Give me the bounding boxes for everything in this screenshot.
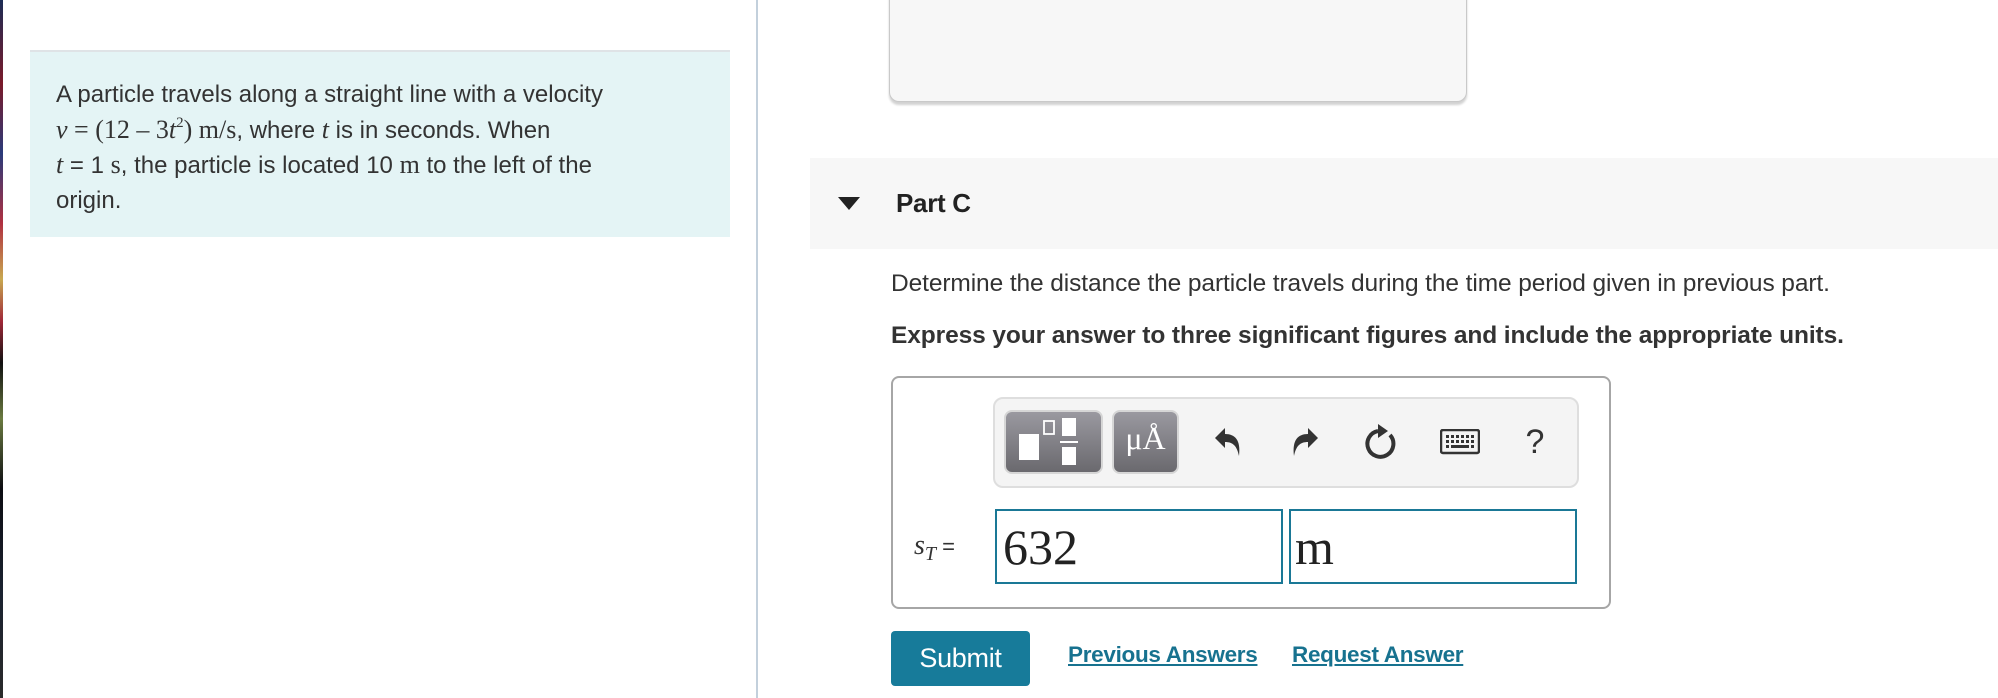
part-title[interactable]: Part C [896,188,971,219]
keyboard-button[interactable] [1438,422,1482,462]
problem-line-2: v = (12 – 3t2) m/s, where t is in second… [56,114,551,144]
previous-part-box [889,0,1467,102]
answer-variable-label: sT = [914,530,955,565]
submit-button[interactable]: Submit [891,631,1030,686]
redo-button[interactable] [1285,422,1325,462]
templates-button[interactable] [1004,410,1103,474]
units-icon: μÅ [1125,420,1166,456]
reset-icon [1365,424,1396,459]
answer-value-input[interactable] [995,509,1283,584]
problem-line-3: t = 1 s, the particle is located 10 m to… [56,150,592,179]
answer-unit-input[interactable] [1289,509,1577,584]
problem-line-4: origin. [56,186,122,214]
answer-instructions: Express your answer to three significant… [891,322,1844,349]
help-icon: ? [1525,422,1545,461]
problem-statement: A particle travels along a straight line… [30,50,730,237]
previous-answers-link[interactable]: Previous Answers [1068,642,1258,668]
question-text: Determine the distance the particle trav… [891,270,1830,297]
undo-button[interactable] [1208,422,1248,462]
desktop-background-strip [0,0,3,698]
velocity-equation: v = (12 – 3t2) m/s [56,114,237,144]
pane-divider[interactable] [756,0,758,698]
request-answer-link[interactable]: Request Answer [1292,642,1464,668]
units-button[interactable]: μÅ [1112,410,1179,474]
problem-line-1: A particle travels along a straight line… [56,81,603,108]
keyboard-icon [1440,429,1480,455]
collapse-arrow-icon[interactable] [838,197,860,210]
undo-icon [1215,428,1240,456]
part-c-header[interactable] [810,158,1998,249]
templates-icon [1019,418,1078,465]
help-button[interactable]: ? [1515,422,1555,462]
reset-button[interactable] [1362,422,1402,462]
redo-icon [1293,428,1318,456]
